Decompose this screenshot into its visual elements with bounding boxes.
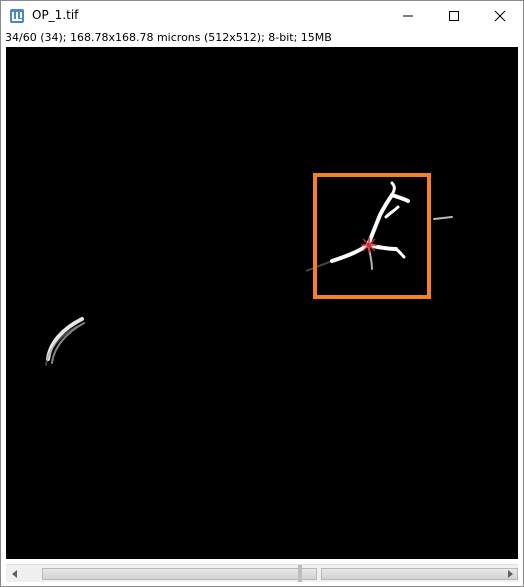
faint-fleck [433,216,453,220]
minimize-icon [403,15,413,17]
arrow-left-icon [11,569,17,578]
image-canvas[interactable] [6,47,518,559]
branched-cell [330,181,410,270]
scroll-left-button[interactable] [6,565,23,582]
window-title: OP_1.tif [32,8,79,22]
arrow-right-icon [507,569,513,578]
image-window: OP_1.tif 34/60 (34); 168.78x168.78 micro… [0,0,524,587]
maximize-icon [449,11,459,21]
faint-trail [305,260,333,272]
imagej-icon [10,9,24,23]
image-info-bar: 34/60 (34); 168.78x168.78 microns (512x5… [5,31,332,44]
maximize-button[interactable] [431,1,477,31]
scroll-thumb[interactable] [298,565,302,582]
close-icon [494,10,506,22]
soma-marker [361,237,377,253]
close-button[interactable] [477,1,523,31]
scroll-right-button[interactable] [501,565,518,582]
title-bar[interactable]: OP_1.tif [1,1,523,31]
minimize-button[interactable] [385,1,431,31]
microscopy-image [45,173,453,366]
horizontal-scrollbar[interactable] [6,564,518,582]
scroll-track-left[interactable] [42,568,317,580]
scroll-track-right[interactable] [321,568,518,580]
scroll-track[interactable] [23,566,518,581]
filament-structure [45,317,85,366]
